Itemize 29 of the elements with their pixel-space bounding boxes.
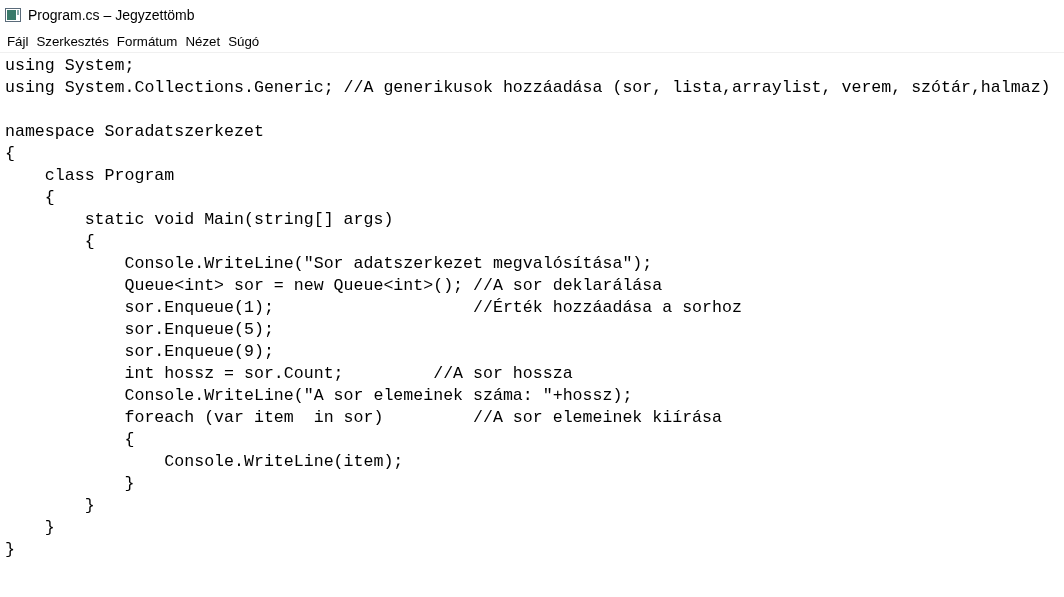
menu-item[interactable]: Szerkesztés bbox=[32, 33, 113, 49]
code-line: foreach (var item in sor) //A sor elemeinek kiírása bbox=[123, 407, 722, 429]
menu-item[interactable]: Fájl bbox=[3, 33, 33, 49]
code-line: } bbox=[123, 473, 135, 495]
code-line: sor.Enqueue(5); bbox=[123, 319, 274, 341]
code-line: Queue<int> sor = new Queue<int>(); //A sor deklarálása bbox=[123, 275, 663, 297]
code-line: sor.Enqueue(1); //Érték hozzáadása a sorhoz bbox=[123, 297, 742, 319]
window-title: Program.cs – Jegyzettömb bbox=[28, 7, 195, 23]
code-line: } bbox=[43, 517, 55, 539]
menu-item[interactable]: Formátum bbox=[112, 33, 182, 49]
menu-item[interactable]: Nézet bbox=[181, 33, 225, 49]
code-line: using System; bbox=[5, 55, 135, 77]
code-line: class Program bbox=[43, 165, 175, 187]
code-line: } bbox=[83, 495, 95, 517]
menu-item[interactable]: Súgó bbox=[224, 33, 264, 49]
code-line: using System.Collections.Generic; //A generikusok hozzáadása (sor, lista,arraylist, verem, szótár,halmaz) bbox=[5, 77, 1051, 99]
code-line: Console.WriteLine("Sor adatszerkezet megvalósítása"); bbox=[123, 253, 653, 275]
code-line: { bbox=[83, 231, 95, 253]
code-line: namespace Soradatszerkezet bbox=[5, 121, 264, 143]
code-line: { bbox=[123, 429, 135, 451]
code-line: { bbox=[43, 187, 55, 209]
code-line: Console.WriteLine("A sor elemeinek száma: "+hossz); bbox=[123, 385, 633, 407]
code-line: static void Main(string[] args) bbox=[83, 209, 394, 231]
code-line: { bbox=[5, 143, 15, 165]
code-line: Console.WriteLine(item); bbox=[163, 451, 404, 473]
code-line: } bbox=[5, 539, 15, 561]
code-line: sor.Enqueue(9); bbox=[123, 341, 274, 363]
notepad-icon bbox=[5, 8, 21, 22]
code-line: int hossz = sor.Count; //A sor hossza bbox=[123, 363, 573, 385]
